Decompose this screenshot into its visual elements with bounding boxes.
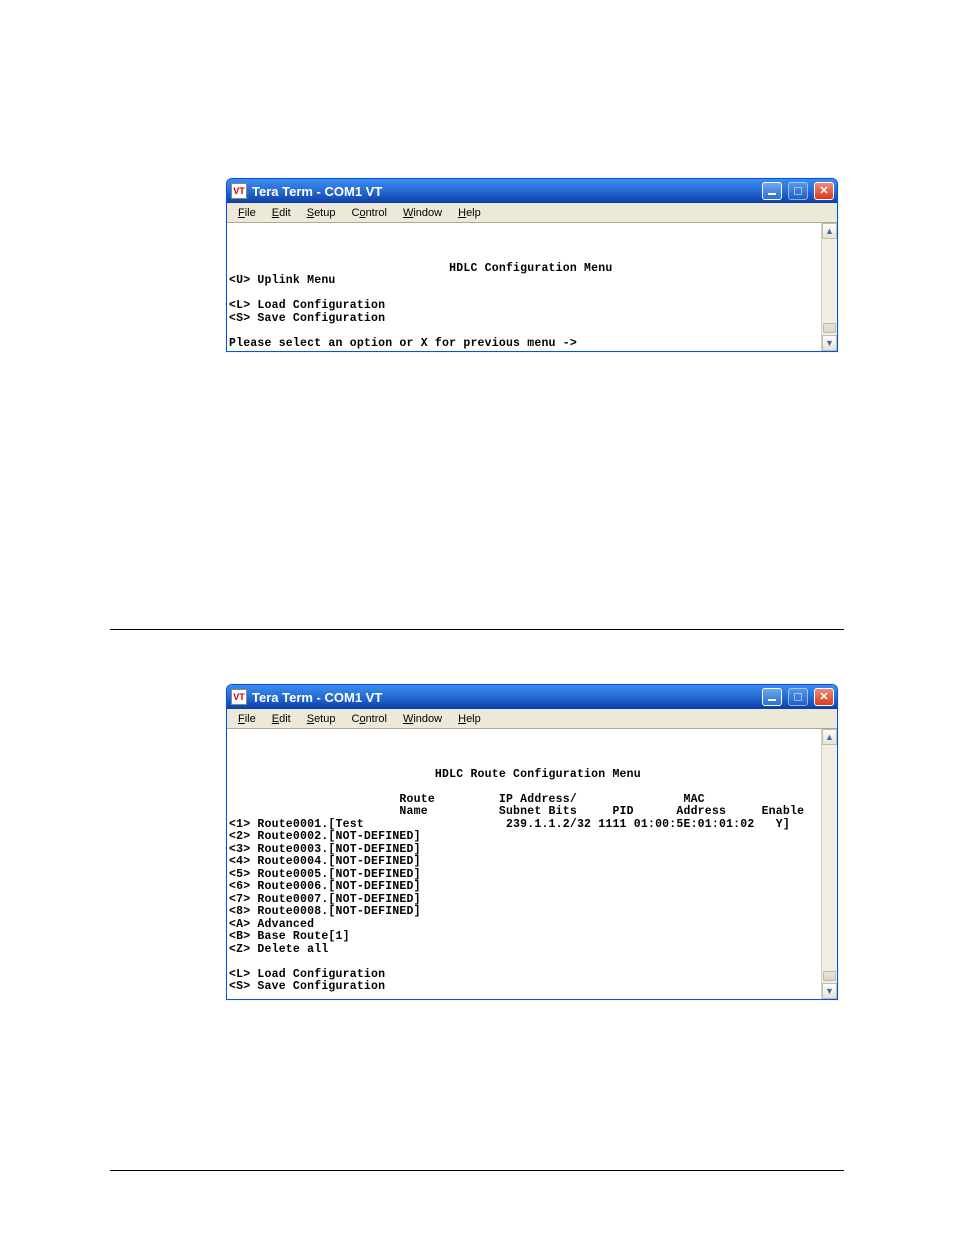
scroll-thumb[interactable]	[823, 971, 836, 981]
maximize-button[interactable]	[788, 688, 808, 706]
menu-help[interactable]: Help	[451, 206, 488, 220]
menu-label: indow	[413, 207, 442, 219]
menu-file[interactable]: File	[231, 712, 263, 726]
menu-label: ntrol	[366, 207, 387, 219]
menu-label: elp	[466, 713, 481, 725]
vertical-scrollbar[interactable]: ▲ ▼	[821, 223, 837, 351]
scroll-track[interactable]	[822, 239, 837, 335]
menu-label: ile	[245, 207, 256, 219]
menu-label: ntrol	[366, 713, 387, 725]
menu-label: ile	[245, 713, 256, 725]
menubar: File Edit Setup Control Window Help	[227, 709, 837, 729]
menu-window[interactable]: Window	[396, 206, 449, 220]
scroll-up-button[interactable]: ▲	[822, 223, 837, 239]
window-title: Tera Term - COM1 VT	[252, 690, 756, 705]
menu-setup[interactable]: Setup	[300, 206, 343, 220]
titlebar[interactable]: VT Tera Term - COM1 VT	[227, 179, 837, 203]
app-icon: VT	[231, 689, 247, 705]
page-divider	[110, 629, 844, 630]
scroll-down-button[interactable]: ▼	[822, 335, 837, 351]
menu-label: dit	[279, 713, 291, 725]
menu-file[interactable]: File	[231, 206, 263, 220]
menu-help[interactable]: Help	[451, 712, 488, 726]
menu-label: etup	[314, 713, 335, 725]
menu-label: dit	[279, 207, 291, 219]
scroll-up-button[interactable]: ▲	[822, 729, 837, 745]
menubar: File Edit Setup Control Window Help	[227, 203, 837, 223]
terminal-output[interactable]: HDLC Route Configuration Menu Route IP A…	[227, 729, 821, 999]
close-button[interactable]	[814, 688, 834, 706]
menu-control[interactable]: Control	[344, 206, 393, 220]
window-title: Tera Term - COM1 VT	[252, 184, 756, 199]
scroll-down-button[interactable]: ▼	[822, 983, 837, 999]
maximize-button[interactable]	[788, 182, 808, 200]
close-button[interactable]	[814, 182, 834, 200]
client-area: HDLC Configuration Menu <U> Uplink Menu …	[227, 223, 837, 351]
menu-label: elp	[466, 207, 481, 219]
terminal-window-1: VT Tera Term - COM1 VT File Edit Setup C…	[226, 178, 838, 352]
menu-label: etup	[314, 207, 335, 219]
vertical-scrollbar[interactable]: ▲ ▼	[821, 729, 837, 999]
client-area: HDLC Route Configuration Menu Route IP A…	[227, 729, 837, 999]
terminal-window-2: VT Tera Term - COM1 VT File Edit Setup C…	[226, 684, 838, 1000]
page-divider	[110, 1170, 844, 1171]
menu-label: indow	[413, 713, 442, 725]
menu-setup[interactable]: Setup	[300, 712, 343, 726]
scroll-track[interactable]	[822, 745, 837, 983]
menu-edit[interactable]: Edit	[265, 712, 298, 726]
scroll-thumb[interactable]	[823, 323, 836, 333]
menu-edit[interactable]: Edit	[265, 206, 298, 220]
app-icon: VT	[231, 183, 247, 199]
terminal-output[interactable]: HDLC Configuration Menu <U> Uplink Menu …	[227, 223, 821, 351]
minimize-button[interactable]	[762, 688, 782, 706]
minimize-button[interactable]	[762, 182, 782, 200]
titlebar[interactable]: VT Tera Term - COM1 VT	[227, 685, 837, 709]
menu-control[interactable]: Control	[344, 712, 393, 726]
menu-window[interactable]: Window	[396, 712, 449, 726]
